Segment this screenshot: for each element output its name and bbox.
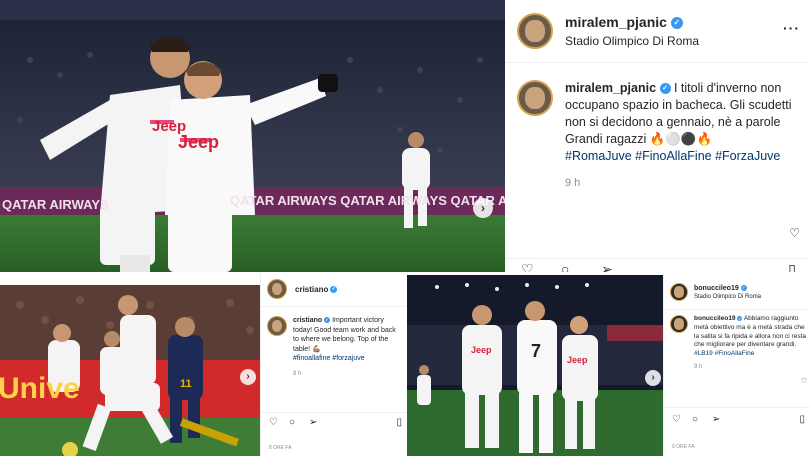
share-icon[interactable]: ➢ xyxy=(309,417,317,428)
billboard-text-left: QATAR AIRWAYS xyxy=(2,197,109,212)
heart-icon[interactable]: ♡ xyxy=(672,414,681,425)
bonucci-post-photo[interactable]: Jeep Jeep 7 › xyxy=(407,275,663,456)
like-comment-heart-icon[interactable]: ♡ xyxy=(789,226,800,240)
caption-text-wrap: miralem_pjanic ✓ I titoli d'inverno non … xyxy=(565,80,795,192)
roma-player-number: 11 xyxy=(180,378,192,390)
post-time: 9 h xyxy=(694,363,703,370)
bonucci-photo-scene xyxy=(407,275,663,456)
main-post-panel: miralem_pjanic ✓ Stadio Olimpico Di Roma… xyxy=(505,0,810,272)
comment-icon[interactable]: ○ xyxy=(561,261,569,272)
share-icon[interactable]: ➢ xyxy=(712,414,720,425)
hashtags[interactable]: #LB19 #FinoAllaFine xyxy=(694,350,806,359)
caption-text-wrap: cristiano ✓ Important victory today! Goo… xyxy=(293,316,401,379)
share-icon[interactable]: ➢ xyxy=(601,261,613,272)
username-part: bonucci xyxy=(694,284,721,292)
player-number: 7 xyxy=(531,341,542,361)
action-bar: ♡ ○ ➢ ▯ 9 ORE FA xyxy=(664,407,810,456)
bonucci-post-header: bonuccileo19 ✓ Stadio Olimpico Di Roma xyxy=(664,275,810,310)
action-bar: ♡ ○ ➢ ▯ xyxy=(505,258,810,272)
more-options-icon[interactable]: ··· xyxy=(783,20,800,36)
caption-block: bonuccileo19 ✓ Abbiamo raggiunto metà ob… xyxy=(670,315,808,372)
cristiano-photo-scene xyxy=(0,285,260,456)
caption-block: miralem_pjanic ✓ I titoli d'inverno non … xyxy=(517,80,802,192)
caption-line2: Grandi ragazzi 🔥⚪⚫🔥 xyxy=(565,132,713,146)
bookmark-icon[interactable]: ▯ xyxy=(396,417,402,428)
main-post-header: miralem_pjanic ✓ Stadio Olimpico Di Roma… xyxy=(505,0,810,63)
header-text: miralem_pjanic ✓ Stadio Olimpico Di Roma xyxy=(565,14,699,48)
chevron-right-icon[interactable]: › xyxy=(473,198,493,218)
bookmark-icon[interactable]: ▯ xyxy=(788,261,796,272)
verified-icon: ✓ xyxy=(740,284,747,291)
cristiano-post-photo[interactable]: Unive 11 › xyxy=(0,285,260,456)
verified-icon: ✓ xyxy=(659,83,671,95)
header-text: bonuccileo19 ✓ Stadio Olimpico Di Roma xyxy=(694,285,761,300)
footer-time: 9 ORE FA xyxy=(672,444,695,450)
username[interactable]: bonuccileo19 xyxy=(694,285,739,292)
verified-icon: ✓ xyxy=(330,285,338,293)
comment-icon[interactable]: ○ xyxy=(289,417,295,428)
bonucci-post-panel: bonuccileo19 ✓ Stadio Olimpico Di Roma b… xyxy=(663,275,810,456)
caption-avatar[interactable] xyxy=(670,315,688,333)
username[interactable]: cristiano xyxy=(295,285,328,294)
caption-username[interactable]: bonuccileo19 xyxy=(694,315,736,322)
location[interactable]: Stadio Olimpico Di Roma xyxy=(694,294,761,300)
username[interactable]: miralem_pjanic xyxy=(565,14,667,30)
location[interactable]: Stadio Olimpico Di Roma xyxy=(565,34,699,48)
username-suffix: leo19 xyxy=(718,315,736,322)
username-part: bonucci xyxy=(694,315,719,322)
caption-text-wrap: bonuccileo19 ✓ Abbiamo raggiunto metà ob… xyxy=(694,315,806,372)
avatar[interactable] xyxy=(517,13,553,49)
username-suffix: leo19 xyxy=(720,284,739,292)
hashtags[interactable]: #RomaJuve #FinoAllaFine #ForzaJuve xyxy=(565,148,795,165)
bookmark-icon[interactable]: ▯ xyxy=(799,414,805,425)
main-photo-scene xyxy=(0,0,505,272)
footer-time: 8 ORE FA xyxy=(269,445,292,451)
caption-avatar[interactable] xyxy=(517,80,553,116)
chevron-right-icon[interactable]: › xyxy=(240,369,256,385)
verified-icon: ✓ xyxy=(670,17,683,30)
avatar[interactable] xyxy=(670,283,688,301)
caption-username[interactable]: miralem_pjanic xyxy=(565,81,656,95)
caption-avatar[interactable] xyxy=(267,316,287,336)
comment-icon[interactable]: ○ xyxy=(692,414,698,425)
verified-icon: ✓ xyxy=(324,317,331,324)
hashtags[interactable]: #finoallafine #forzajuve xyxy=(293,354,401,364)
like-comment-heart-icon[interactable]: ♡ xyxy=(801,377,807,385)
cristiano-post-panel: cristiano ✓ cristiano ✓ Important victor… xyxy=(260,272,406,456)
cristiano-post-header: cristiano ✓ xyxy=(261,272,406,307)
billboard-text-main: QATAR AIRWAYS QATAR AIRWAYS QATAR AIRWAY… xyxy=(230,193,505,208)
sponsor-logo: Jeep xyxy=(471,345,492,355)
heart-icon[interactable]: ♡ xyxy=(269,417,278,428)
sponsor-logo-right: Jeep xyxy=(178,132,220,152)
caption-username[interactable]: cristiano xyxy=(293,317,322,324)
post-time: 8 h xyxy=(293,370,302,377)
action-bar: ♡ ○ ➢ ▯ 8 ORE FA xyxy=(261,412,406,456)
heart-icon[interactable]: ♡ xyxy=(521,261,534,272)
caption-block: cristiano ✓ Important victory today! Goo… xyxy=(267,316,403,379)
post-time: 9 h xyxy=(565,177,581,189)
main-post-photo[interactable]: Jeep Jeep QATAR AIRWAYS QATAR AIRWAYS QA… xyxy=(0,0,505,272)
sponsor-logo: Jeep xyxy=(567,355,588,365)
billboard-text: Unive xyxy=(0,372,80,405)
verified-icon: ✓ xyxy=(737,315,743,321)
chevron-right-icon[interactable]: › xyxy=(645,370,661,386)
avatar[interactable] xyxy=(267,279,287,299)
